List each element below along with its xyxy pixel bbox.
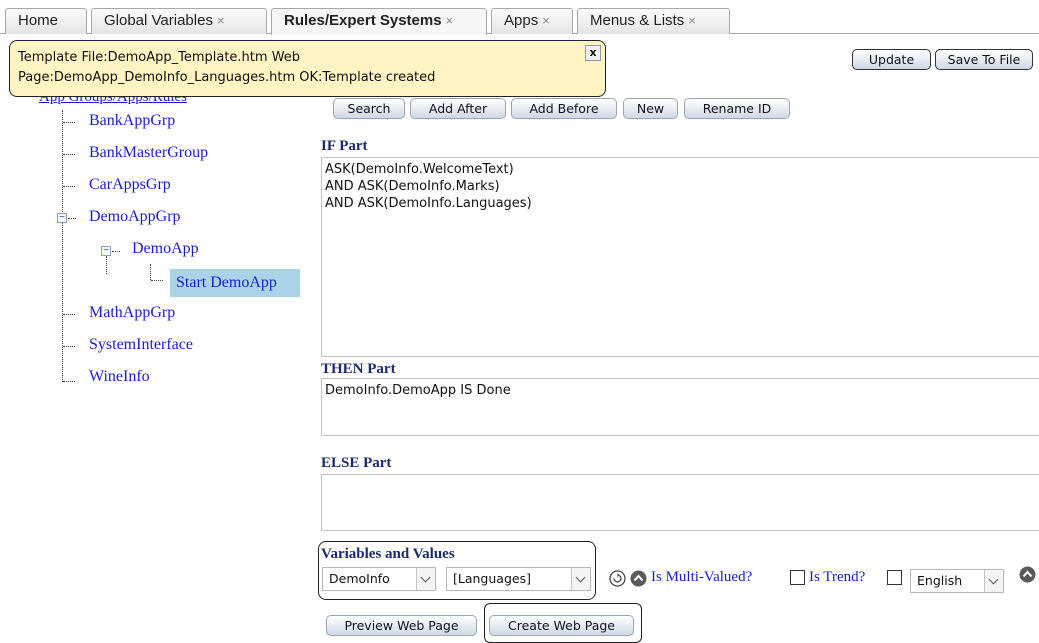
up-arrow-icon[interactable] — [630, 570, 647, 587]
object-select[interactable]: DemoInfo — [322, 567, 436, 591]
if-part-label: IF Part — [321, 138, 368, 154]
chevron-down-icon — [984, 570, 1003, 592]
tab-home-label: Home — [18, 12, 59, 29]
tab-menus-lists[interactable]: Menus & Lists × — [577, 8, 730, 34]
tree-item-bankappgrp[interactable]: BankAppGrp — [89, 109, 175, 133]
is-multi-valued-checkbox[interactable] — [790, 570, 805, 585]
is-trend-label: Is Trend? — [809, 569, 866, 585]
variable-select-value: [Languages] — [453, 571, 531, 586]
close-icon[interactable]: × — [542, 13, 550, 28]
variables-and-values-label: Variables and Values — [321, 546, 455, 562]
tree-item-carappsgrp[interactable]: CarAppsGrp — [89, 173, 171, 197]
is-trend-checkbox[interactable] — [887, 570, 902, 585]
is-multi-valued-label: Is Multi-Valued? — [651, 569, 753, 585]
tree-connector — [62, 110, 63, 382]
tree-item-systeminterface[interactable]: SystemInterface — [89, 333, 193, 357]
new-button[interactable]: New — [623, 98, 678, 119]
tree-item-bankmastergroup[interactable]: BankMasterGroup — [89, 141, 208, 165]
close-icon[interactable]: × — [688, 13, 696, 28]
tree-item-wineinfo[interactable]: WineInfo — [89, 365, 150, 389]
tab-apps-label: Apps — [504, 12, 539, 29]
create-web-page-button[interactable]: Create Web Page — [489, 615, 634, 636]
tree-connector — [63, 346, 75, 347]
search-button[interactable]: Search — [333, 98, 405, 119]
tree-item-demoapp[interactable]: DemoApp — [132, 237, 199, 261]
tab-global-variables[interactable]: Global Variables × — [91, 8, 267, 34]
object-select-value: DemoInfo — [329, 571, 390, 586]
variable-select[interactable]: [Languages] — [446, 567, 591, 591]
if-part-textarea[interactable]: ASK(DemoInfo.WelcomeText) AND ASK(DemoIn… — [321, 157, 1039, 357]
else-part-label: ELSE Part — [321, 455, 392, 471]
add-after-button[interactable]: Add After — [410, 98, 506, 119]
tab-apps[interactable]: Apps × — [491, 8, 573, 34]
close-icon[interactable]: × — [446, 13, 454, 28]
tree-connector — [150, 264, 151, 280]
update-button[interactable]: Update — [852, 49, 931, 70]
tree-connector — [63, 314, 75, 315]
tree-connector — [63, 154, 75, 155]
save-to-file-button[interactable]: Save To File — [935, 49, 1033, 70]
language-select[interactable]: English — [910, 569, 1004, 593]
notice-line-2: Page:DemoApp_DemoInfo_Languages.htm OK:T… — [18, 70, 436, 85]
tab-menus-lists-label: Menus & Lists — [590, 12, 685, 29]
add-before-button[interactable]: Add Before — [511, 98, 617, 119]
tree-connector — [106, 256, 107, 274]
rules-tree: App Groups/Apps/Rules BankAppGrp BankMas… — [0, 90, 310, 638]
tree-item-demoappgrp[interactable]: DemoAppGrp — [89, 205, 181, 229]
close-icon[interactable]: x — [585, 45, 601, 61]
template-created-notice: Template File:DemoApp_Template.htm Web P… — [9, 40, 606, 97]
then-part-label: THEN Part — [321, 361, 396, 377]
refresh-icon[interactable] — [609, 570, 626, 587]
tree-connector — [63, 122, 75, 123]
rename-id-button[interactable]: Rename ID — [684, 98, 790, 119]
tree-item-mathappgrp[interactable]: MathAppGrp — [89, 301, 175, 325]
tree-connector — [112, 251, 120, 252]
chevron-down-icon — [416, 568, 435, 590]
else-part-textarea[interactable] — [321, 474, 1039, 531]
tab-bar: Home Global Variables × Rules/Expert Syst… — [0, 0, 1039, 35]
chevron-down-icon — [571, 568, 590, 590]
collapse-icon[interactable]: − — [57, 213, 67, 223]
close-icon[interactable]: × — [217, 13, 225, 28]
tree-connector — [63, 381, 75, 382]
tab-rules-expert-systems[interactable]: Rules/Expert Systems × — [271, 8, 487, 35]
tab-global-variables-label: Global Variables — [104, 12, 213, 29]
tree-item-start-demoapp[interactable]: Start DemoApp — [170, 269, 300, 297]
notice-line-1: Template File:DemoApp_Template.htm Web — [18, 50, 301, 65]
tree-connector — [151, 280, 163, 281]
up-arrow-icon[interactable] — [1019, 566, 1036, 583]
language-select-value: English — [917, 573, 963, 588]
preview-web-page-button[interactable]: Preview Web Page — [326, 615, 477, 636]
collapse-icon[interactable]: − — [101, 246, 111, 256]
tree-connector — [63, 186, 75, 187]
tab-home[interactable]: Home — [5, 8, 87, 34]
tab-rules-expert-systems-label: Rules/Expert Systems — [284, 12, 442, 29]
tree-connector — [68, 218, 76, 219]
then-part-textarea[interactable]: DemoInfo.DemoApp IS Done — [321, 378, 1039, 436]
